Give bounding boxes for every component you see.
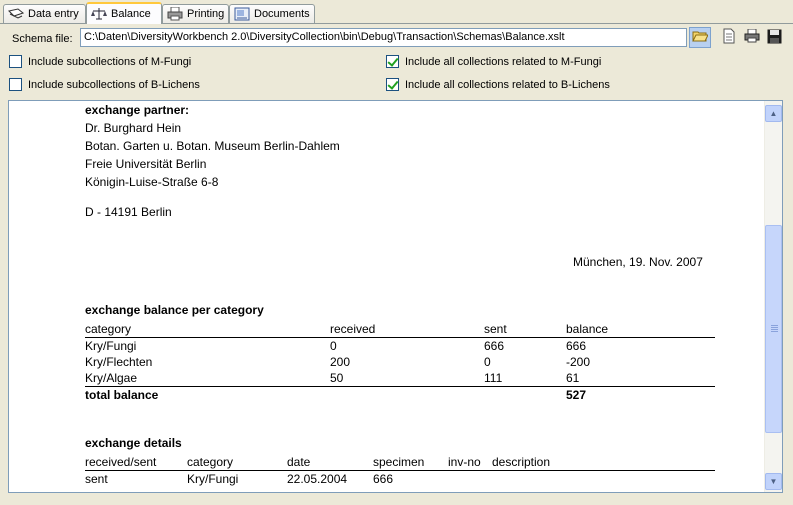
- details-header: date: [287, 455, 311, 469]
- grip-line: [771, 325, 778, 326]
- include-all-collections-blichens[interactable]: Include all collections related to B-Lic…: [386, 78, 610, 91]
- include-all-collections-mfungi[interactable]: Include all collections related to M-Fun…: [386, 55, 601, 68]
- address-line: Freie Universität Berlin: [85, 157, 207, 171]
- include-subcollections-mfungi[interactable]: Include subcollections of M-Fungi: [9, 55, 191, 68]
- tab-label: Balance: [111, 8, 151, 20]
- divider: [85, 470, 715, 471]
- divider: [85, 386, 715, 387]
- scrollbar-thumb[interactable]: [765, 225, 782, 433]
- city-line: D - 14191 Berlin: [85, 205, 172, 219]
- include-subcollections-blichens[interactable]: Include subcollections of B-Lichens: [9, 78, 200, 91]
- balance-cell: 61: [566, 371, 580, 385]
- tab-label: Data entry: [28, 8, 79, 20]
- checkbox-label: Include subcollections of M-Fungi: [28, 55, 192, 68]
- data-entry-icon: [8, 7, 25, 21]
- balance-header-balance: balance: [566, 322, 609, 336]
- address-line: Botan. Garten u. Botan. Museum Berlin-Da…: [85, 139, 340, 153]
- balance-cell: Kry/Algae: [85, 371, 138, 385]
- print-button[interactable]: [741, 27, 763, 48]
- checkbox[interactable]: [9, 55, 22, 68]
- printer-icon: [167, 6, 183, 21]
- date-line: München, 19. Nov. 2007: [573, 255, 703, 269]
- open-folder-button[interactable]: [689, 27, 711, 48]
- tab-label: Documents: [254, 8, 310, 20]
- balance-header-category: category: [85, 322, 132, 336]
- balance-cell: 0: [484, 355, 491, 369]
- checkbox-label: Include all collections related to B-Lic…: [405, 78, 610, 91]
- tab-printing[interactable]: Printing: [162, 4, 229, 23]
- documents-icon: [234, 7, 250, 21]
- tab-balance[interactable]: Balance: [86, 2, 162, 24]
- balance-cell: Kry/Flechten: [85, 355, 153, 369]
- details-header: category: [187, 455, 234, 469]
- checkbox[interactable]: [386, 55, 399, 68]
- balance-scale-icon: [91, 7, 107, 21]
- grip-line: [771, 327, 778, 328]
- chevron-down-icon: ▼: [769, 477, 778, 486]
- schema-file-input[interactable]: C:\Daten\DiversityWorkbench 2.0\Diversit…: [80, 28, 687, 47]
- save-button[interactable]: [763, 27, 785, 48]
- view-document-button[interactable]: [718, 27, 740, 48]
- details-heading: exchange details: [85, 436, 182, 450]
- divider: [85, 337, 715, 338]
- balance-cell: 111: [484, 371, 503, 385]
- partner-heading: exchange partner:: [85, 103, 190, 117]
- document-viewer[interactable]: exchange partner: Dr. Burghard Hein Bota…: [8, 100, 783, 493]
- address-line: Dr. Burghard Hein: [85, 121, 182, 135]
- balance-cell: 666: [566, 339, 587, 353]
- details-header: specimen: [373, 455, 425, 469]
- tab-label: Printing: [187, 8, 225, 20]
- tab-documents[interactable]: Documents: [229, 4, 315, 23]
- checkbox[interactable]: [386, 78, 399, 91]
- chevron-up-icon: ▲: [769, 109, 778, 118]
- details-cell: Kry/Fungi: [187, 472, 239, 486]
- details-header: inv-no: [448, 455, 481, 469]
- scroll-down-button[interactable]: ▼: [765, 473, 782, 490]
- scroll-up-button[interactable]: ▲: [765, 105, 782, 122]
- details-cell: 22.05.2004: [287, 472, 348, 486]
- balance-cell: 666: [484, 339, 505, 353]
- details-header: description: [492, 455, 551, 469]
- balance-header-sent: sent: [484, 322, 507, 336]
- details-cell: 666: [373, 472, 394, 486]
- balance-header-received: received: [330, 322, 376, 336]
- details-header: received/sent: [85, 455, 157, 469]
- tab-data-entry[interactable]: Data entry: [3, 4, 86, 23]
- balance-cell: 50: [330, 371, 344, 385]
- schema-file-label: Schema file:: [12, 33, 73, 45]
- address-line: Königin-Luise-Straße 6-8: [85, 175, 219, 189]
- total-balance-label: total balance: [85, 388, 159, 402]
- checkbox-label: Include subcollections of B-Lichens: [28, 78, 200, 91]
- vertical-scrollbar[interactable]: ▲ ▼: [764, 101, 782, 492]
- balance-cell: 0: [330, 339, 337, 353]
- grip-line: [771, 329, 778, 330]
- checkbox[interactable]: [9, 78, 22, 91]
- grip-line: [771, 331, 778, 332]
- checkbox-label: Include all collections related to M-Fun…: [405, 55, 602, 68]
- balance-cell: -200: [566, 355, 591, 369]
- document-content: exchange partner: Dr. Burghard Hein Bota…: [9, 101, 764, 492]
- details-cell: sent: [85, 472, 108, 486]
- total-balance-value: 527: [566, 388, 587, 402]
- save-icon: [767, 29, 782, 47]
- print-icon: [744, 28, 760, 46]
- balance-cell: Kry/Fungi: [85, 339, 137, 353]
- balance-heading: exchange balance per category: [85, 303, 264, 317]
- document-icon: [722, 28, 736, 47]
- balance-cell: 200: [330, 355, 351, 369]
- open-folder-icon: [692, 29, 709, 46]
